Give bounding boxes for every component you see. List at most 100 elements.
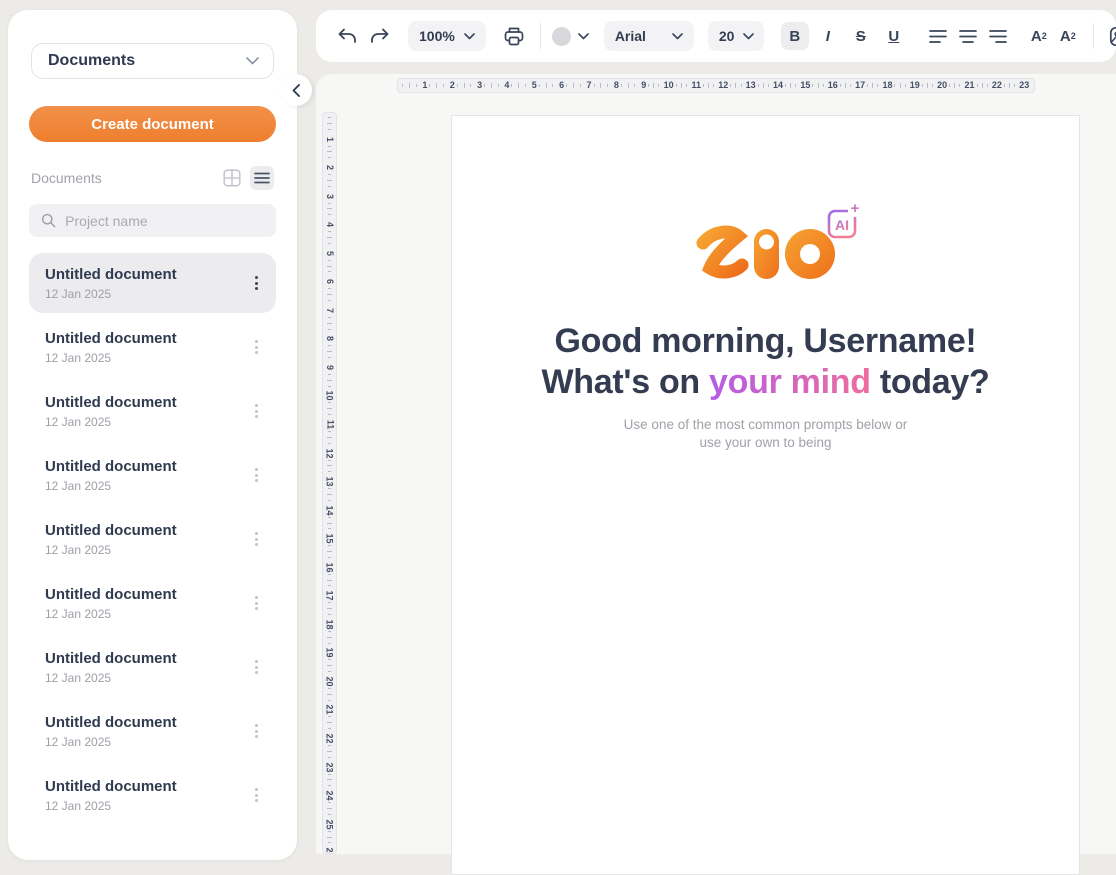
document-date: 12 Jan 2025 — [45, 799, 177, 813]
kebab-menu-icon[interactable] — [251, 590, 262, 616]
ruler-number: 16 — [828, 81, 838, 90]
toolbar-separator — [540, 23, 541, 49]
collapse-sidebar-button[interactable] — [280, 74, 312, 106]
document-list-item[interactable]: Untitled document 12 Jan 2025 — [29, 701, 276, 761]
document-title: Untitled document — [45, 714, 177, 731]
ruler-number: 10 — [325, 391, 334, 401]
font-size-dropdown[interactable]: 20 — [708, 21, 764, 51]
document-date: 12 Jan 2025 — [45, 735, 177, 749]
zoom-value: 100% — [419, 28, 455, 44]
align-right-icon — [988, 29, 1008, 44]
ruler-number: 22 — [992, 81, 1002, 90]
ruler-number: 5 — [532, 81, 537, 90]
ruler-number: 13 — [325, 477, 334, 487]
align-left-button[interactable] — [924, 22, 952, 50]
bold-button[interactable]: B — [781, 22, 809, 50]
font-family-dropdown[interactable]: Arial — [604, 21, 694, 51]
ruler-number: 22 — [325, 734, 334, 744]
document-list-item[interactable]: Untitled document 12 Jan 2025 — [29, 637, 276, 697]
ruler-number: 12 — [325, 448, 334, 458]
chevron-down-icon — [672, 33, 683, 40]
zoom-dropdown[interactable]: 100% — [408, 21, 486, 51]
document-list-item[interactable]: Untitled document 12 Jan 2025 — [29, 573, 276, 633]
document-title: Untitled document — [45, 330, 177, 347]
kebab-menu-icon[interactable] — [251, 654, 262, 680]
list-view-icon[interactable] — [250, 166, 274, 190]
font-size-value: 20 — [719, 28, 735, 44]
ruler-number: 1 — [325, 137, 334, 142]
font-family-value: Arial — [615, 28, 646, 44]
document-list-item[interactable]: Untitled document 12 Jan 2025 — [29, 317, 276, 377]
document-list-item[interactable]: Untitled document 12 Jan 2025 — [29, 253, 276, 313]
ruler-number: 2 — [450, 81, 455, 90]
documents-section-header: Documents — [29, 166, 276, 190]
kebab-menu-icon[interactable] — [251, 462, 262, 488]
ruler-number: 9 — [641, 81, 646, 90]
document-search[interactable] — [29, 204, 276, 237]
ruler-number: 11 — [691, 81, 701, 90]
redo-button[interactable] — [365, 22, 393, 50]
ruler-number: 12 — [718, 81, 728, 90]
document-page[interactable]: AI + Good morning, Username! What's on y… — [451, 115, 1080, 875]
greeting-line1: Good morning, Username! — [452, 321, 1079, 362]
document-date: 12 Jan 2025 — [45, 607, 177, 621]
ruler-number: 16 — [325, 562, 334, 572]
ruler-number: 1 — [422, 81, 427, 90]
insert-image-button[interactable] — [1106, 22, 1116, 50]
text-color-dropdown[interactable] — [552, 27, 589, 46]
grid-view-icon[interactable] — [220, 166, 244, 190]
ruler-number: 21 — [325, 705, 334, 715]
ruler-number: 18 — [325, 619, 334, 629]
ruler-number: 10 — [664, 81, 674, 90]
document-date: 12 Jan 2025 — [45, 351, 177, 365]
ruler-number: 3 — [325, 194, 334, 199]
search-icon — [41, 212, 56, 229]
chevron-down-icon — [246, 57, 259, 65]
kebab-menu-icon[interactable] — [251, 334, 262, 360]
ruler-number: 6 — [559, 81, 564, 90]
print-icon — [503, 26, 525, 47]
document-title: Untitled document — [45, 394, 177, 411]
collection-dropdown-value: Documents — [48, 52, 135, 70]
redo-icon — [369, 27, 390, 45]
chevron-down-icon — [743, 33, 754, 40]
align-center-button[interactable] — [954, 22, 982, 50]
document-title: Untitled document — [45, 522, 177, 539]
document-list-item[interactable]: Untitled document 12 Jan 2025 — [29, 381, 276, 441]
ruler-number: 14 — [773, 81, 783, 90]
ruler-number: 15 — [325, 534, 334, 544]
kebab-menu-icon[interactable] — [251, 718, 262, 744]
chevron-down-icon — [464, 33, 475, 40]
kebab-menu-icon[interactable] — [251, 270, 262, 296]
ruler-number: 17 — [325, 591, 334, 601]
strikethrough-button[interactable]: S — [847, 22, 875, 50]
chevron-down-icon — [578, 33, 589, 40]
document-list-item[interactable]: Untitled document 12 Jan 2025 — [29, 765, 276, 825]
document-title: Untitled document — [45, 650, 177, 667]
subscript-button[interactable]: A2 — [1054, 22, 1082, 50]
create-document-button[interactable]: Create document — [29, 106, 276, 142]
italic-button[interactable]: I — [814, 22, 842, 50]
ruler-number: 19 — [910, 81, 920, 90]
document-date: 12 Jan 2025 — [45, 671, 177, 685]
ruler-number: 19 — [325, 648, 334, 658]
toolbar-separator — [1093, 23, 1094, 49]
ruler-number: 7 — [587, 81, 592, 90]
search-input[interactable] — [65, 213, 264, 229]
kebab-menu-icon[interactable] — [251, 782, 262, 808]
document-list-item[interactable]: Untitled document 12 Jan 2025 — [29, 445, 276, 505]
ruler-number: 25 — [325, 819, 334, 829]
kebab-menu-icon[interactable] — [251, 526, 262, 552]
kebab-menu-icon[interactable] — [251, 398, 262, 424]
chevron-left-icon — [292, 84, 300, 97]
editor-toolbar: 100% Arial 20 B I S U A2 A2 — [316, 10, 1116, 62]
collection-dropdown[interactable]: Documents — [31, 43, 274, 79]
underline-button[interactable]: U — [880, 22, 908, 50]
undo-button[interactable] — [333, 22, 361, 50]
print-button[interactable] — [500, 22, 528, 50]
superscript-button[interactable]: A2 — [1025, 22, 1053, 50]
ruler-number: 18 — [882, 81, 892, 90]
document-list-item[interactable]: Untitled document 12 Jan 2025 — [29, 509, 276, 569]
ruler-number: 8 — [614, 81, 619, 90]
align-right-button[interactable] — [984, 22, 1012, 50]
